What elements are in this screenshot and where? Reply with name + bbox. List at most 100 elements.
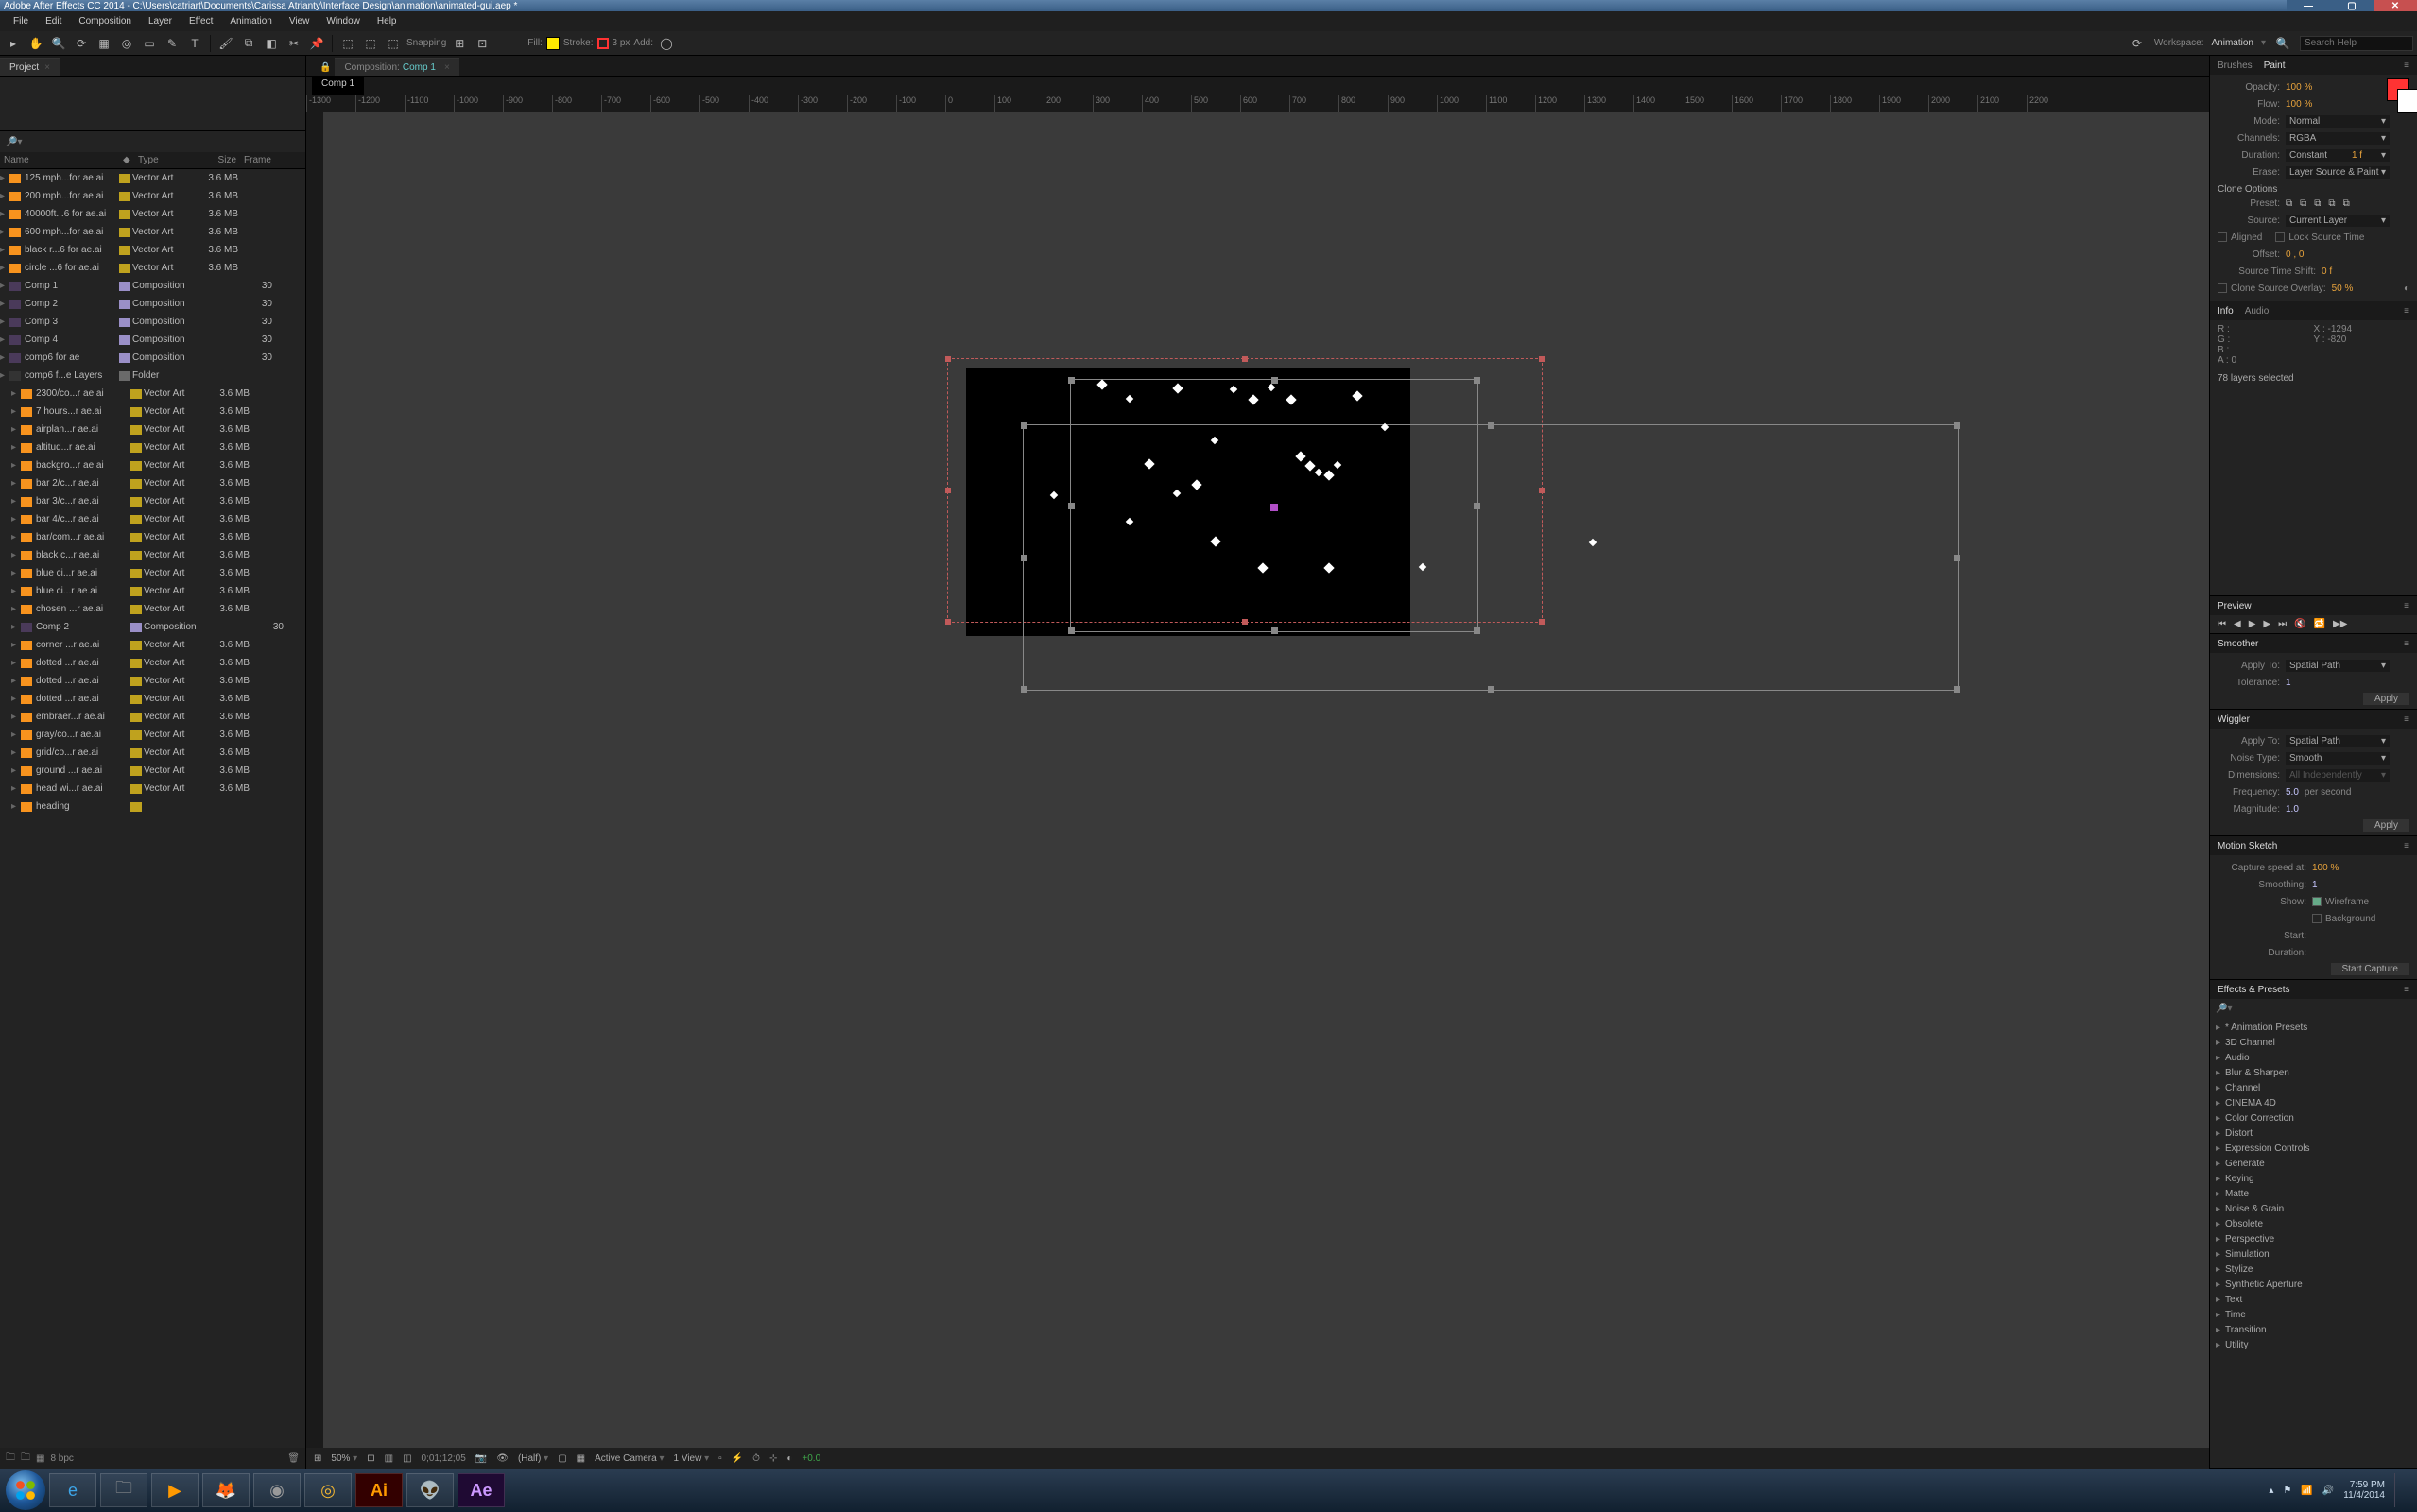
project-item[interactable]: ▸200 mph...for ae.aiVector Art3.6 MB	[0, 187, 305, 205]
comp-breadcrumb-name[interactable]: Comp 1	[403, 62, 436, 73]
clone-shift-value[interactable]: 0 f	[2322, 266, 2332, 277]
puppet-tool-icon[interactable]: 📌	[307, 34, 326, 53]
taskbar-chrome-icon[interactable]: ◉	[253, 1473, 301, 1507]
taskbar-wmp-icon[interactable]: ▶	[151, 1473, 199, 1507]
loop-icon[interactable]: 🔁	[2314, 619, 2325, 629]
panel-menu-icon[interactable]: ≡	[2404, 601, 2409, 611]
paint-channels-select[interactable]: RGBA▾	[2286, 132, 2390, 145]
project-item[interactable]: ▸bar 2/c...r ae.aiVector Art3.6 MB	[0, 474, 305, 492]
menu-file[interactable]: File	[6, 14, 36, 28]
composition-viewport[interactable]	[323, 112, 2209, 1448]
project-item[interactable]: ▸bar 3/c...r ae.aiVector Art3.6 MB	[0, 492, 305, 510]
project-item[interactable]: ▸comp6 for aeComposition30	[0, 349, 305, 367]
fast-previews-icon[interactable]: ⚡	[732, 1453, 743, 1464]
project-item[interactable]: ▸bar 4/c...r ae.aiVector Art3.6 MB	[0, 510, 305, 528]
project-item[interactable]: ▸corner ...r ae.aiVector Art3.6 MB	[0, 636, 305, 654]
resolution-dropdown[interactable]: (Half)	[518, 1453, 548, 1464]
taskbar-firefox-icon[interactable]: 🦊	[202, 1473, 250, 1507]
project-item[interactable]: ▸Comp 1Composition30	[0, 277, 305, 295]
stroke-label[interactable]: Stroke:	[563, 38, 594, 48]
effects-category[interactable]: ▸Noise & Grain	[2210, 1201, 2417, 1216]
smoother-applyto-select[interactable]: Spatial Path▾	[2286, 660, 2390, 672]
project-item[interactable]: ▸heading	[0, 798, 305, 816]
effects-category[interactable]: ▸Obsolete	[2210, 1216, 2417, 1231]
foreground-background-swatch[interactable]	[2387, 78, 2409, 101]
info-tab[interactable]: Info	[2218, 306, 2234, 317]
selection-tool-icon[interactable]: ▸	[4, 34, 23, 53]
clone-preset-3-icon[interactable]: ⧉	[2314, 198, 2321, 209]
paint-flow-value[interactable]: 100 %	[2286, 99, 2312, 110]
project-item[interactable]: ▸dotted ...r ae.aiVector Art3.6 MB	[0, 654, 305, 672]
view-layout-dropdown[interactable]: 1 View	[674, 1453, 710, 1464]
project-item[interactable]: ▸dotted ...r ae.aiVector Art3.6 MB	[0, 690, 305, 708]
roi-icon[interactable]: ▢	[558, 1453, 566, 1464]
effects-category[interactable]: ▸Simulation	[2210, 1246, 2417, 1262]
project-item[interactable]: ▸600 mph...for ae.aiVector Art3.6 MB	[0, 223, 305, 241]
project-item[interactable]: ▸embraer...r ae.aiVector Art3.6 MB	[0, 708, 305, 726]
sketch-speed-value[interactable]: 100 %	[2312, 863, 2339, 873]
show-snapshot-icon[interactable]: 👁	[496, 1453, 509, 1464]
project-item[interactable]: ▸comp6 f...e LayersFolder	[0, 367, 305, 385]
project-item[interactable]: ▸blue ci...r ae.aiVector Art3.6 MB	[0, 582, 305, 600]
project-item[interactable]: ▸Comp 2Composition30	[0, 295, 305, 313]
lock-source-time-checkbox[interactable]	[2275, 232, 2285, 242]
effects-category[interactable]: ▸Generate	[2210, 1156, 2417, 1171]
paint-mode-select[interactable]: Normal▾	[2286, 115, 2390, 128]
panel-menu-icon[interactable]: ≡	[2404, 639, 2409, 649]
hand-tool-icon[interactable]: ✋	[26, 34, 45, 53]
current-time-display[interactable]: 0;01;12;05	[422, 1453, 466, 1464]
safe-zones-icon[interactable]: ▥	[385, 1453, 393, 1464]
project-item[interactable]: ▸ground ...r ae.aiVector Art3.6 MB	[0, 762, 305, 780]
last-frame-icon[interactable]: ⏭	[2278, 619, 2287, 629]
clone-overlay-value[interactable]: 50 %	[2332, 284, 2354, 294]
rotate-tool-icon[interactable]: ⟳	[72, 34, 91, 53]
smoother-tolerance-value[interactable]: 1	[2286, 678, 2291, 688]
wireframe-checkbox[interactable]	[2312, 897, 2322, 906]
pen-tool-icon[interactable]: ✎	[163, 34, 181, 53]
window-close-button[interactable]: ✕	[2374, 0, 2417, 11]
effects-category[interactable]: ▸* Animation Presets	[2210, 1020, 2417, 1035]
project-item[interactable]: ▸backgro...r ae.aiVector Art3.6 MB	[0, 456, 305, 474]
align-tool2-icon[interactable]: ⬚	[361, 34, 380, 53]
tray-sound-icon[interactable]: 🔊	[2322, 1486, 2334, 1496]
workspace-selector[interactable]: Animation	[2212, 38, 2253, 48]
project-item-list[interactable]: ▸125 mph...for ae.aiVector Art3.6 MB▸200…	[0, 169, 305, 1448]
paint-erase-select[interactable]: Layer Source & Paint▾	[2286, 166, 2390, 179]
wiggler-apply-button[interactable]: Apply	[2363, 819, 2409, 832]
tray-date[interactable]: 11/4/2014	[2343, 1490, 2385, 1501]
flowchart-icon[interactable]: ⊹	[769, 1453, 777, 1464]
project-item[interactable]: ▸grid/co...r ae.aiVector Art3.6 MB	[0, 744, 305, 762]
effects-category[interactable]: ▸Audio	[2210, 1050, 2417, 1065]
menu-view[interactable]: View	[282, 14, 318, 28]
panel-menu-icon[interactable]: ≡	[2404, 841, 2409, 851]
smoother-apply-button[interactable]: Apply	[2363, 693, 2409, 705]
wiggler-frequency-value[interactable]: 5.0	[2286, 787, 2299, 798]
interpret-footage-icon[interactable]: 🗀	[6, 1451, 15, 1467]
zoom-tool-icon[interactable]: 🔍	[49, 34, 68, 53]
project-item[interactable]: ▸7 hours...r ae.aiVector Art3.6 MB	[0, 403, 305, 421]
menu-layer[interactable]: Layer	[141, 14, 180, 28]
snapping-opts-icon[interactable]: ⊡	[473, 34, 492, 53]
type-tool-icon[interactable]: T	[185, 34, 204, 53]
clone-preset-2-icon[interactable]: ⧉	[2300, 198, 2306, 209]
brush-tool-icon[interactable]: 🖌	[216, 34, 235, 53]
trash-icon[interactable]: 🗑	[287, 1453, 300, 1464]
effects-category[interactable]: ▸Expression Controls	[2210, 1141, 2417, 1156]
camera-tool-icon[interactable]: ▦	[95, 34, 113, 53]
clone-preset-4-icon[interactable]: ⧉	[2328, 198, 2335, 209]
project-item[interactable]: ▸125 mph...for ae.aiVector Art3.6 MB	[0, 169, 305, 187]
project-item[interactable]: ▸black c...r ae.aiVector Art3.6 MB	[0, 546, 305, 564]
tray-arrow-icon[interactable]: ▴	[2269, 1486, 2273, 1496]
effects-category[interactable]: ▸Time	[2210, 1307, 2417, 1322]
sync-icon[interactable]: ⟳	[2128, 34, 2147, 53]
project-item[interactable]: ▸40000ft...6 for ae.aiVector Art3.6 MB	[0, 205, 305, 223]
menu-window[interactable]: Window	[319, 14, 368, 28]
mute-icon[interactable]: 🔇	[2294, 619, 2305, 629]
effects-category[interactable]: ▸Stylize	[2210, 1262, 2417, 1277]
start-capture-button[interactable]: Start Capture	[2331, 963, 2409, 975]
project-item[interactable]: ▸chosen ...r ae.aiVector Art3.6 MB	[0, 600, 305, 618]
project-panel-tab[interactable]: Project×	[0, 58, 60, 76]
mask-toggle-icon[interactable]: ◫	[403, 1453, 411, 1464]
horizontal-ruler[interactable]: -1300-1200-1100-1000-900-800-700-600-500…	[306, 95, 2209, 112]
wiggler-noise-select[interactable]: Smooth▾	[2286, 752, 2390, 765]
